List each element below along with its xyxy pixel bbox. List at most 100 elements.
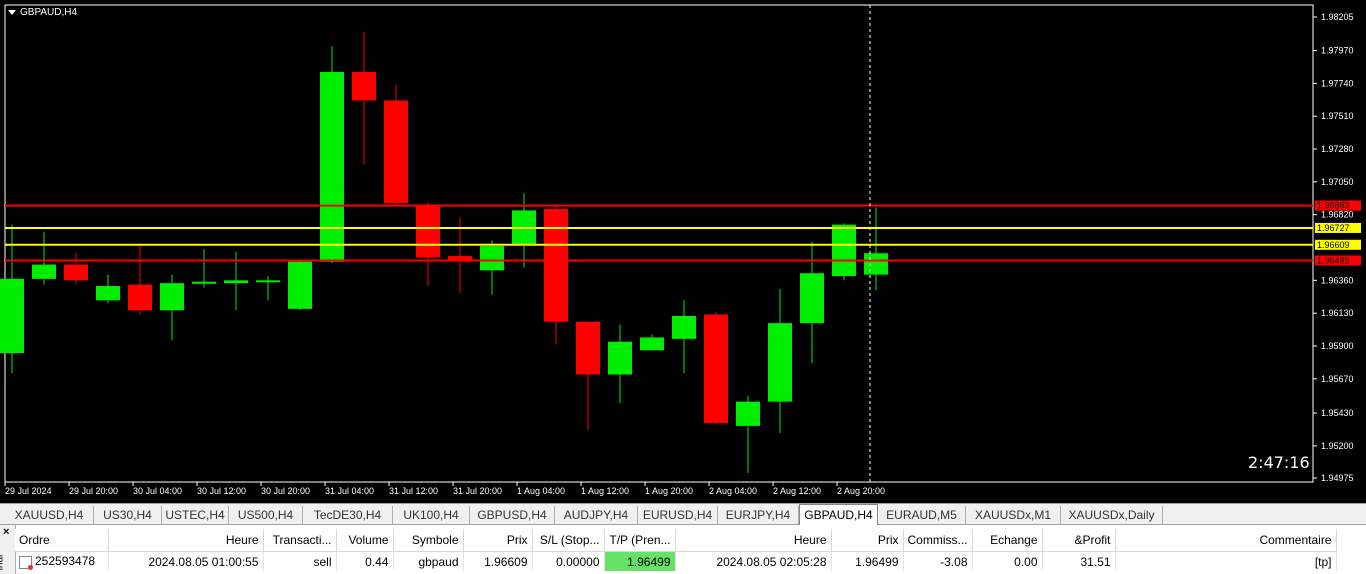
time-tick-label: 30 Jul 20:00 <box>261 486 310 496</box>
candle-body <box>128 284 152 311</box>
candle-body <box>256 280 280 283</box>
tab-us500-h4[interactable]: US500,H4 <box>229 506 303 524</box>
price-tick-label: 1.97280 <box>1321 144 1354 154</box>
cell-commission: -3.08 <box>903 551 973 571</box>
chart-tabs-bar: XAUUSD,H4 US30,H4 USTEC,H4 US500,H4 TecDE30,… <box>0 503 1366 526</box>
time-tick-label: 1 Aug 12:00 <box>581 486 629 496</box>
candle-body <box>544 208 568 322</box>
col-header-close-price[interactable]: Prix <box>831 529 904 552</box>
candle-body <box>224 280 248 284</box>
candle-body <box>768 323 792 402</box>
col-header-profit[interactable]: &Profit <box>1042 529 1116 552</box>
tab-uk100-h4[interactable]: UK100,H4 <box>393 506 470 524</box>
candle-body <box>672 316 696 339</box>
candlestick-chart: 1.968831.967271.966091.964991.982051.979… <box>0 4 1361 496</box>
cell-comment: [tp] <box>1115 551 1337 571</box>
col-header-open-price[interactable]: Prix <box>463 529 533 552</box>
candle-body <box>480 246 504 271</box>
time-tick-label: 2 Aug 12:00 <box>773 486 821 496</box>
candle-body <box>800 273 824 324</box>
tab-ustec-h4[interactable]: USTEC,H4 <box>162 506 229 524</box>
col-header-open-time[interactable]: Heure <box>108 529 264 552</box>
cell-volume: 0.44 <box>336 551 394 571</box>
tab-eurusd-h4[interactable]: EURUSD,H4 <box>638 506 718 524</box>
candle-body <box>64 264 88 281</box>
col-header-close-time[interactable]: Heure <box>675 529 832 552</box>
price-tick-label: 1.94975 <box>1321 473 1354 483</box>
tab-xauusd-h4[interactable]: XAUUSD,H4 <box>5 506 94 524</box>
cell-order: 252593478 <box>15 551 109 571</box>
candle-body <box>608 341 632 375</box>
price-level-label: 1.96727 <box>1317 223 1350 233</box>
cell-type: sell <box>263 551 337 571</box>
price-tick-label: 1.95900 <box>1321 341 1354 351</box>
cell-profit: 31.51 <box>1042 551 1116 571</box>
candle-body <box>320 71 344 262</box>
price-tick-label: 1.96360 <box>1321 275 1354 285</box>
price-tick-label: 1.95430 <box>1321 408 1354 418</box>
candle-body <box>32 264 56 279</box>
time-tick-label: 2 Aug 04:00 <box>709 486 757 496</box>
tab-audjpy-h4[interactable]: AUDJPY,H4 <box>555 506 638 524</box>
time-tick-label: 31 Jul 04:00 <box>325 486 374 496</box>
tab-gbpaud-h4[interactable]: GBPAUD,H4 <box>799 504 878 526</box>
cell-swap: 0.00 <box>972 551 1043 571</box>
cell-close-price: 1.96499 <box>831 551 904 571</box>
col-header-comment[interactable]: Commentaire <box>1115 529 1337 552</box>
candle-body <box>0 278 24 354</box>
cell-close-time: 2024.08.05 02:05:28 <box>675 551 832 571</box>
col-header-type[interactable]: Transacti... <box>263 529 337 552</box>
price-tick-label: 1.95670 <box>1321 374 1354 384</box>
time-tick-label: 1 Aug 04:00 <box>517 486 565 496</box>
col-header-sl[interactable]: S/L (Stop... <box>532 529 605 552</box>
time-tick-label: 1 Aug 20:00 <box>645 486 693 496</box>
col-header-tp[interactable]: T/P (Pren... <box>604 529 676 552</box>
plot-frame <box>4 4 1314 483</box>
col-header-order[interactable]: Ordre <box>15 529 109 552</box>
price-tick-label: 1.97970 <box>1321 46 1354 56</box>
candle-body <box>384 100 408 204</box>
table-row[interactable]: 252593478 2024.08.05 01:00:55 sell 0.44 … <box>15 551 1337 571</box>
candle-body <box>576 321 600 375</box>
candle-body <box>640 337 664 351</box>
tab-euraud-m5[interactable]: EURAUD,M5 <box>878 506 966 524</box>
time-tick-label: 30 Jul 12:00 <box>197 486 246 496</box>
col-header-volume[interactable]: Volume <box>336 529 394 552</box>
chart-symbol-label: GBPAUD,H4 <box>20 7 78 18</box>
price-tick-label: 1.97740 <box>1321 78 1354 88</box>
order-number: 252593478 <box>35 554 96 569</box>
cell-tp: 1.96499 <box>604 551 676 571</box>
price-tick-label: 1.95200 <box>1321 441 1354 451</box>
terminal-sidebar: × inal <box>0 525 16 574</box>
col-header-symbol[interactable]: Symbole <box>393 529 464 552</box>
candle-body <box>288 261 312 309</box>
candle-body <box>96 286 120 301</box>
tab-gbpusd-h4[interactable]: GBPUSD,H4 <box>470 506 555 524</box>
time-tick-label: 31 Jul 12:00 <box>389 486 438 496</box>
close-terminal-icon[interactable]: × <box>3 526 9 538</box>
candle-body <box>832 224 856 277</box>
candle-body <box>352 71 376 101</box>
price-chart[interactable]: 1.96883 1.96727 1.96609 1.96499 1.98205 1.979… <box>0 0 1366 503</box>
orders-table: Ordre Heure Transacti... Volume Symbole … <box>15 529 1337 571</box>
price-tick-label: 1.96820 <box>1321 210 1354 220</box>
col-header-commission[interactable]: Commiss... <box>903 529 973 552</box>
candle-body <box>160 283 184 311</box>
cell-open-price: 1.96609 <box>463 551 533 571</box>
tab-us30-h4[interactable]: US30,H4 <box>94 506 162 524</box>
tab-xauusdx-m1[interactable]: XAUUSDx,M1 <box>966 506 1061 524</box>
price-tick-label: 1.97510 <box>1321 111 1354 121</box>
tab-eurjpy-h4[interactable]: EURJPY,H4 <box>718 506 799 524</box>
candle-body <box>736 401 760 426</box>
price-level-label: 1.96499 <box>1317 255 1350 265</box>
price-tick-label: 1.96130 <box>1321 308 1354 318</box>
order-document-icon <box>19 555 33 570</box>
candle-body <box>416 204 440 258</box>
price-tick-label: 1.98205 <box>1321 12 1354 22</box>
terminal-panel: × inal Ordre Heure Transacti... Volume S… <box>0 525 1366 574</box>
tab-xauusdx-daily[interactable]: XAUUSDx,Daily <box>1061 506 1163 524</box>
chart-symbol-title[interactable]: GBPAUD,H4 <box>8 7 77 18</box>
col-header-swap[interactable]: Echange <box>972 529 1043 552</box>
tab-tecde30-h4[interactable]: TecDE30,H4 <box>303 506 393 524</box>
candle-body <box>704 314 728 424</box>
